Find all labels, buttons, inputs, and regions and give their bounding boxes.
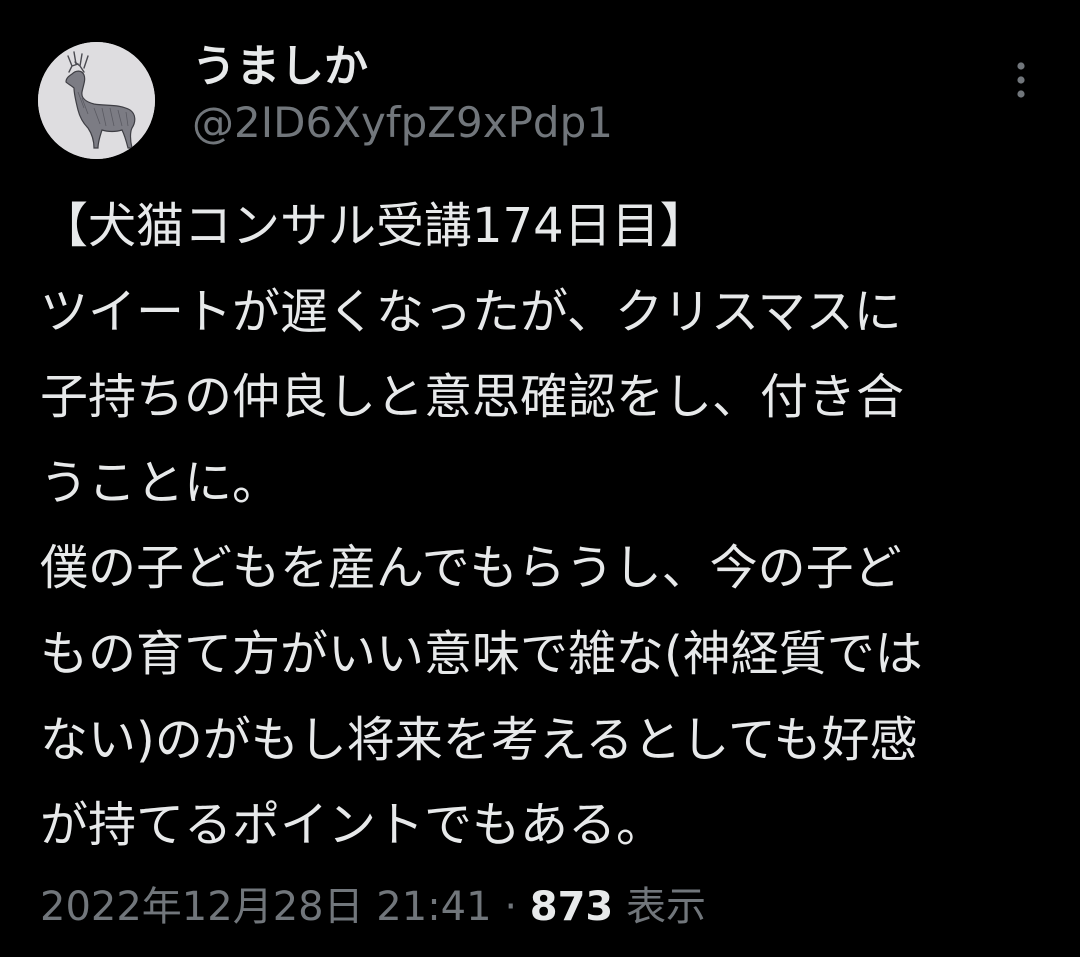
tweet-text-line: が持てるポイントでもある。 [40,797,665,854]
tweet-text-line: もの育て方がいい意味で雑な(神経質では [40,625,923,682]
tweet-text-line: 僕の子どもを産んでもらうし、今の子ど [40,540,902,597]
tweet: うましか @2ID6XyfpZ9xPdp1 【犬猫コンサル受講174日目】 ツイ… [0,0,1080,957]
handle[interactable]: @2ID6XyfpZ9xPdp1 [192,98,613,148]
display-name[interactable]: うましか [192,40,368,94]
more-vertical-icon [1017,62,1025,98]
tweet-text-line: ない)のがもし将来を考えるとしても好感 [40,711,918,768]
tweet-meta: 2022年12月28日 21:41 · 873 表示 [40,880,706,934]
tweet-text-line: 【犬猫コンサル受講174日目】 [40,198,708,254]
deer-drawing-avatar-icon [38,42,155,159]
tweet-text-line: うことに。 [40,454,281,511]
views-count[interactable]: 873 [530,884,614,930]
meta-separator: · [504,884,518,930]
tweet-text-line: 子持ちの仲良しと意思確認をし、付き合 [40,369,905,426]
tweet-text: 【犬猫コンサル受講174日目】 ツイートが遅くなったが、クリスマスに 子持ちの仲… [40,184,1050,869]
views-label[interactable]: 表示 [626,884,706,930]
avatar[interactable] [38,42,155,159]
more-options-button[interactable] [1000,56,1042,104]
timestamp[interactable]: 2022年12月28日 21:41 [40,884,492,930]
tweet-text-line: ツイートが遅くなったが、クリスマスに [40,283,902,340]
